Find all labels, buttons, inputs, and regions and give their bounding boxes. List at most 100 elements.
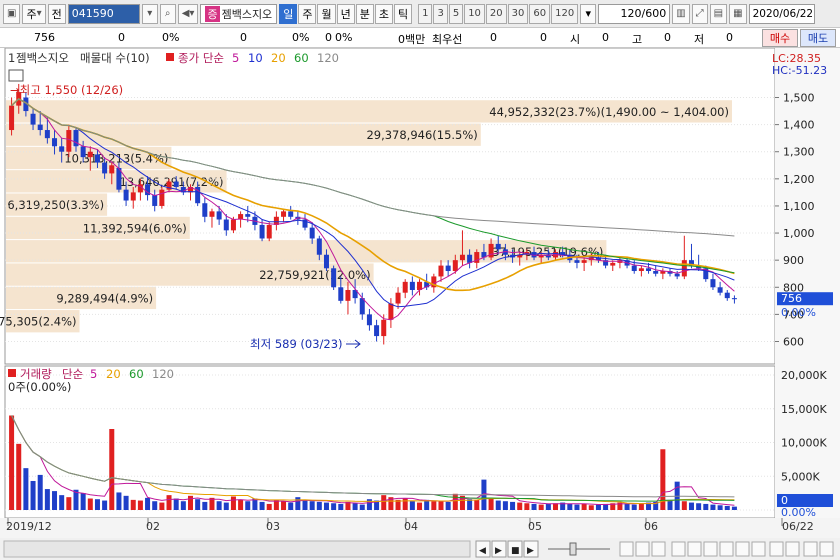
volume-bar xyxy=(123,495,129,510)
stop-icon: ■ xyxy=(511,546,520,556)
candle-body xyxy=(288,211,294,217)
chart-area[interactable]: 44,952,332(23.7%)(1,490.00 ~ 1,404.00) 29… xyxy=(0,48,840,560)
period-button-3[interactable]: 년 xyxy=(336,3,355,24)
interval-button-30[interactable]: 30 xyxy=(507,3,529,24)
candle-body xyxy=(109,165,115,174)
date-field[interactable]: 2020/06/22 xyxy=(748,3,815,24)
buy-button[interactable]: 매수 xyxy=(762,29,798,47)
candle-body xyxy=(281,211,287,217)
interval-button-20[interactable]: 20 xyxy=(485,3,507,24)
prev-button[interactable]: 전 xyxy=(47,3,66,24)
legend-ma-period: 5 xyxy=(232,51,239,65)
quote-amount: 0백만 xyxy=(398,33,426,46)
volume-bar xyxy=(288,502,294,510)
interval-button-1[interactable]: 1 xyxy=(418,3,433,24)
volume-ma-label: 단순 xyxy=(62,367,83,381)
text-tool-icon[interactable] xyxy=(751,541,766,557)
layout-icon[interactable] xyxy=(651,541,666,557)
interval-button-60[interactable]: 60 xyxy=(529,3,551,24)
volume-bar xyxy=(266,503,272,510)
period-button-6[interactable]: 틱 xyxy=(393,3,413,24)
legend-candle-icon xyxy=(166,53,174,61)
period-button-0[interactable]: 일 xyxy=(279,3,298,24)
volume-bar xyxy=(574,504,580,510)
candle-body xyxy=(202,203,208,217)
volume-bar xyxy=(495,500,501,510)
zoom-in-icon[interactable] xyxy=(785,541,800,557)
stock-name: 증 젬백스지오 xyxy=(200,3,278,24)
pane-settings-icon[interactable] xyxy=(8,69,24,82)
window-icon[interactable]: ▣ xyxy=(3,3,21,24)
candle-body xyxy=(230,219,236,231)
indicator-icon[interactable]: ⤢ xyxy=(691,3,708,24)
zoom-out-icon[interactable] xyxy=(769,541,784,557)
candle-body xyxy=(30,113,36,125)
interval-dropdown-icon[interactable]: ▾ xyxy=(580,3,597,24)
candle-body xyxy=(259,224,265,239)
volume-bar xyxy=(166,495,172,510)
x-tick-label: 04 xyxy=(404,520,418,533)
x-tick-label: 02 xyxy=(146,520,160,533)
volume-bar xyxy=(624,503,630,510)
volume-profile-label: 29,378,946(15.5%) xyxy=(366,128,477,142)
speaker-icon[interactable]: ◀▾ xyxy=(177,3,199,24)
interval-button-3[interactable]: 3 xyxy=(433,3,448,24)
count-input[interactable]: 120/600 xyxy=(598,3,671,24)
volume-bar xyxy=(710,504,716,510)
code-dropdown-icon[interactable]: ▾ xyxy=(141,3,158,24)
period-button-2[interactable]: 월 xyxy=(317,3,336,24)
current-price-text: 756 xyxy=(781,292,802,305)
candle-body xyxy=(102,162,108,174)
quote-priority-ask: 0 xyxy=(540,31,547,44)
volume-bar xyxy=(381,495,387,510)
draw-tool-icon[interactable] xyxy=(703,541,718,557)
zoom-slider-handle[interactable] xyxy=(569,542,577,556)
print-icon[interactable] xyxy=(803,541,818,557)
search-icon[interactable]: ⌕ xyxy=(159,3,176,24)
interval-button-120[interactable]: 120 xyxy=(551,3,579,24)
x-tick-label: 03 xyxy=(266,520,280,533)
price-tick-label: 1,400 xyxy=(783,119,815,132)
candle-body xyxy=(9,105,15,131)
interval-button-10[interactable]: 10 xyxy=(464,3,485,24)
candle-body xyxy=(409,281,415,290)
crosshair-icon[interactable] xyxy=(671,541,686,557)
horizontal-scrollbar[interactable] xyxy=(3,540,471,558)
volume-bar xyxy=(238,499,244,510)
volume-bar xyxy=(517,502,523,510)
text-size-icon[interactable] xyxy=(819,541,834,557)
window-split-icon[interactable] xyxy=(619,541,634,557)
price-tick-label: 1,200 xyxy=(783,173,815,186)
period-button-1[interactable]: 주 xyxy=(298,3,317,24)
erase-icon[interactable] xyxy=(735,541,750,557)
grid-view-icon[interactable] xyxy=(635,541,650,557)
candle-settings-icon[interactable]: ▥ xyxy=(672,3,690,24)
volume-bar xyxy=(37,474,43,510)
volume-bar xyxy=(87,498,93,510)
save-icon[interactable]: ▤ xyxy=(709,3,728,24)
volume-bar xyxy=(538,504,544,510)
period-button-5[interactable]: 초 xyxy=(374,3,393,24)
volume-bar xyxy=(130,499,136,510)
stock-code-input[interactable]: 041590 xyxy=(67,3,140,24)
volume-bar xyxy=(230,496,236,510)
volume-bar xyxy=(202,501,208,510)
dropdown-arrow-icon: ▾ xyxy=(36,8,42,19)
arrow-down-tool-icon[interactable] xyxy=(719,541,734,557)
interval-button-5[interactable]: 5 xyxy=(448,3,464,24)
candle-body xyxy=(631,265,637,272)
legend-profile-label: 매물대 수(10) xyxy=(80,51,150,65)
trend-tool-icon[interactable] xyxy=(687,541,702,557)
candle-body xyxy=(338,287,344,301)
period-button-4[interactable]: 분 xyxy=(355,3,374,24)
sell-button[interactable]: 매도 xyxy=(800,29,836,47)
volume-bar xyxy=(667,499,673,510)
volume-title: 거래량 xyxy=(20,367,52,381)
type-select[interactable]: 주 ▾ xyxy=(22,3,46,24)
grid-icon[interactable]: ▦ xyxy=(729,3,747,24)
quote-bar: 756 0 0% 0 0% 0 0% 0백만 최우선 0 0 시 0 고 0 저… xyxy=(0,28,840,48)
candle-body xyxy=(646,268,652,272)
volume-tick-label: 20,000K xyxy=(781,369,827,382)
candle-body xyxy=(44,130,50,139)
volume-bar xyxy=(195,499,201,510)
